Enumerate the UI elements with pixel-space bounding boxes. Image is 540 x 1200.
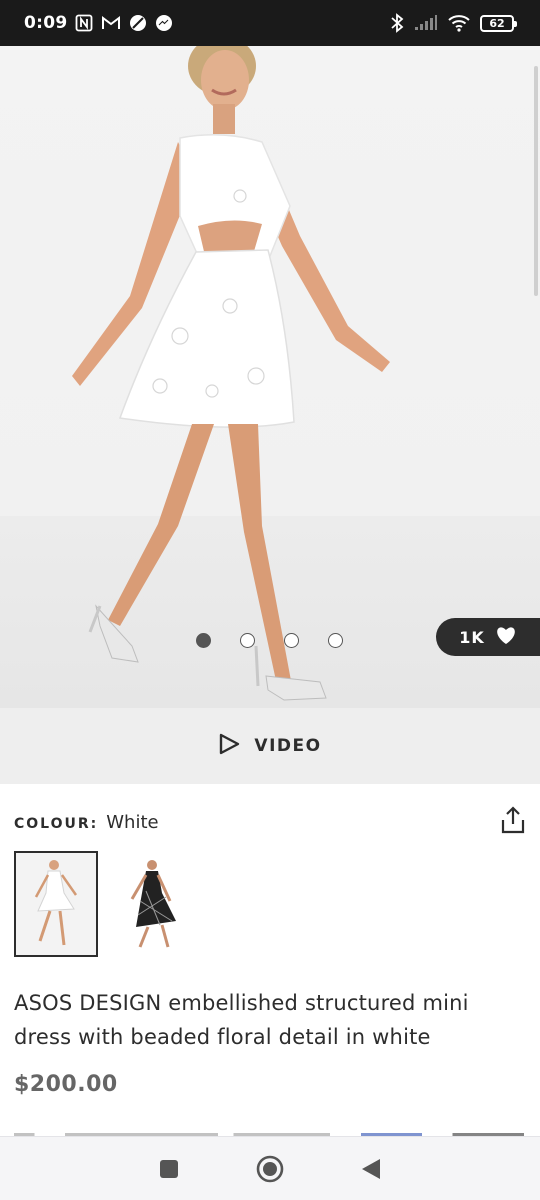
gallery-dot[interactable] [284, 633, 299, 648]
colour-key: COLOUR: [14, 816, 99, 832]
heart-icon [495, 625, 517, 649]
status-bar-left: 0:09 [24, 13, 173, 33]
product-photo [72, 46, 390, 701]
colour-swatch-black[interactable] [110, 851, 194, 957]
wifi-icon [448, 14, 470, 32]
battery-icon: 62 [480, 14, 517, 32]
like-count: 1K [459, 627, 485, 647]
gallery-dot[interactable] [196, 633, 211, 648]
colour-swatches [14, 851, 194, 957]
product-price: $200.00 [14, 1072, 118, 1097]
back-button[interactable] [353, 1151, 389, 1187]
gmail-icon [101, 15, 121, 31]
status-bar: 0:09 62 [0, 0, 540, 46]
colour-row: COLOUR: White [14, 812, 159, 833]
video-label: VIDEO [254, 736, 322, 756]
play-icon [218, 733, 240, 759]
recents-button[interactable] [151, 1151, 187, 1187]
product-image-gallery[interactable]: 1K [0, 46, 540, 708]
colour-value: White [106, 812, 159, 833]
gallery-dot[interactable] [240, 633, 255, 648]
home-button[interactable] [252, 1151, 288, 1187]
colour-swatch-white[interactable] [14, 851, 98, 957]
blocked-icon [129, 14, 147, 32]
signal-icon [414, 15, 438, 31]
like-button[interactable]: 1K [436, 618, 540, 656]
gallery-scrollbar[interactable] [534, 66, 538, 296]
product-title: ASOS DESIGN embellished structured mini … [14, 991, 469, 1049]
video-button[interactable]: VIDEO [0, 708, 540, 784]
payment-info-clipped [14, 1128, 524, 1136]
messenger-icon [155, 14, 173, 32]
gallery-pagination [196, 633, 343, 648]
gallery-dot[interactable] [328, 633, 343, 648]
nfc-icon [75, 14, 93, 32]
share-icon[interactable] [500, 806, 526, 834]
status-time: 0:09 [24, 13, 68, 33]
bluetooth-icon [390, 13, 404, 33]
status-bar-right: 62 [390, 13, 517, 33]
system-nav-bar [0, 1136, 540, 1200]
